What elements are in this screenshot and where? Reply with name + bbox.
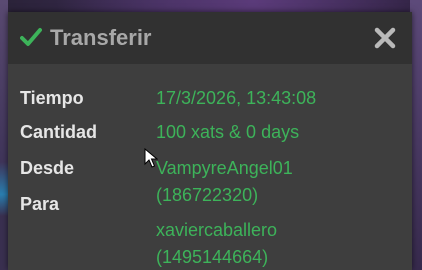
time-label: Tiempo: [20, 88, 84, 108]
transfer-dialog: Transferir Tiempo 17/3/2026, 13:43:08 Ca…: [8, 12, 412, 270]
close-icon[interactable]: [374, 27, 396, 49]
to-label: Para: [20, 194, 60, 214]
dialog-title: Transferir: [50, 25, 152, 50]
to-name-value: xaviercaballero: [156, 220, 278, 240]
check-icon: [20, 28, 42, 46]
from-id-value: (186722320): [156, 185, 259, 205]
amount-value: 100 xats & 0 days: [156, 122, 300, 142]
dialog-header: Transferir: [8, 12, 412, 64]
to-id-value: (1495144664): [156, 247, 269, 267]
from-label: Desde: [20, 158, 75, 178]
from-value: VampyreAngel01: [156, 158, 293, 178]
mouse-pointer-icon: [144, 148, 158, 168]
background-left-edge: [0, 0, 8, 270]
amount-label: Cantidad: [20, 122, 98, 142]
time-value: 17/3/2026, 13:43:08: [156, 88, 317, 108]
